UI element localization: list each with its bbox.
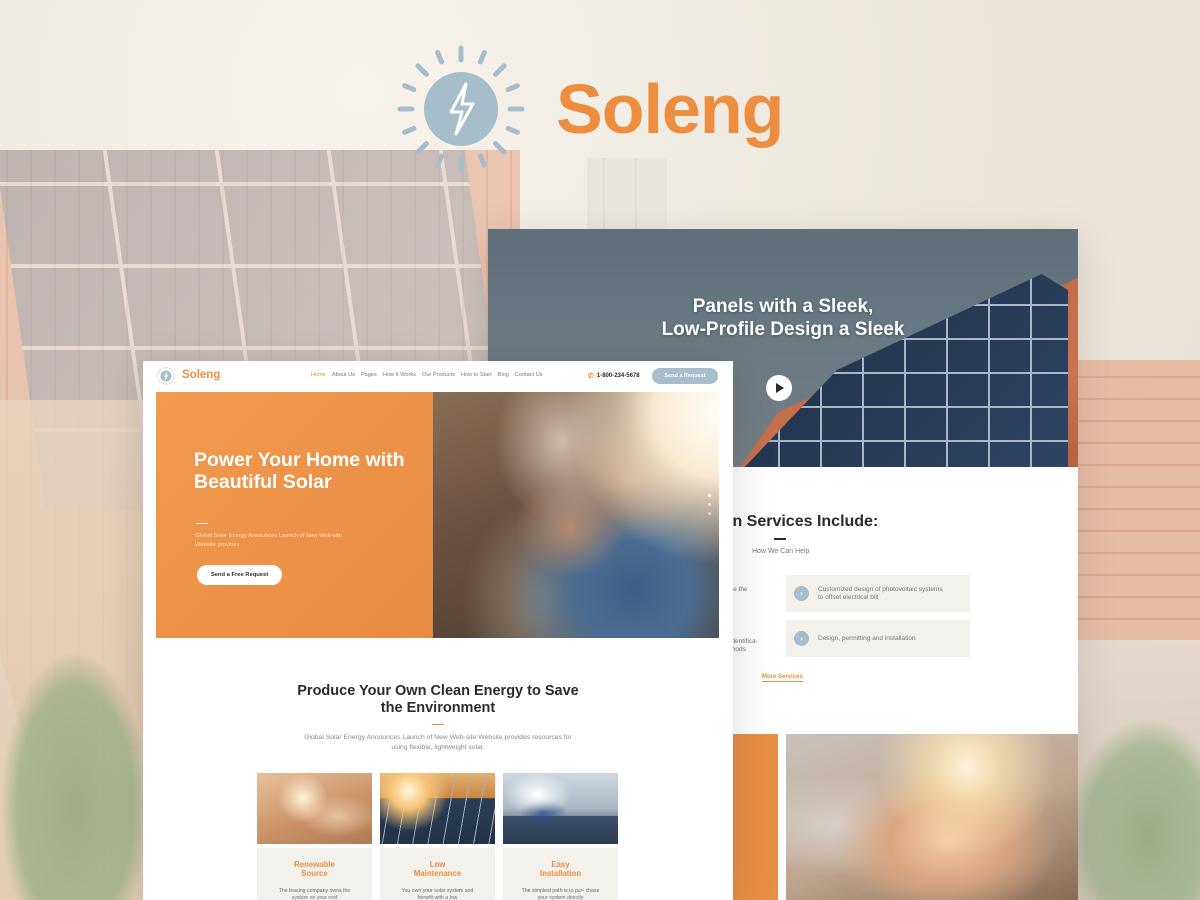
feature-title-line2: Maintenance [413, 869, 462, 878]
service-card-label: Customized design of photovoltaic system… [818, 585, 943, 601]
hero-section: Power Your Home with Beautiful Solar Glo… [156, 392, 719, 638]
feature-title-line1: Renewable [294, 860, 335, 869]
feature-image [380, 773, 495, 844]
service-card-label: Design, permitting and installation [818, 634, 916, 642]
nav-brand[interactable]: Soleng [182, 369, 220, 381]
slider-dots [708, 494, 711, 515]
background-roof-right [1070, 360, 1200, 640]
sun-bolt-logo-icon[interactable] [157, 367, 175, 385]
feature-text: You own your solar system and benefit wi… [401, 888, 474, 900]
slider-dot[interactable] [708, 512, 711, 515]
section-divider [432, 724, 444, 725]
top-nav: Soleng Home About Us Pages How It Works … [143, 361, 733, 391]
section-title-line1: Produce Your Own Clean Energy to Save [297, 683, 579, 699]
chevron-right-icon: › [794, 631, 809, 646]
feature-image [257, 773, 372, 844]
slider-dot[interactable] [708, 503, 711, 506]
nav-links: Home About Us Pages How It Works Our Pro… [311, 372, 543, 378]
hero-divider [196, 523, 208, 524]
nav-link-blog[interactable]: Blog [498, 372, 509, 378]
feature-body: Renewable Source The leasing company own… [257, 848, 372, 900]
feature-card-maintenance[interactable]: Low Maintenance You own your solar syste… [380, 773, 495, 900]
background-tree-left [0, 650, 150, 900]
feature-title-line2: Installation [539, 869, 582, 878]
back-services-subtitle: How We Can Help [752, 548, 810, 555]
nav-link-contact-us[interactable]: Contact Us [515, 372, 543, 378]
hero-panel: Power Your Home with Beautiful Solar Glo… [156, 392, 433, 638]
feature-body: Easy Installation The simplest path is t… [503, 848, 618, 900]
front-page-preview: Soleng Home About Us Pages How It Works … [143, 361, 733, 900]
nav-phone[interactable]: ✆ 1-800-234-5678 [588, 372, 640, 380]
nav-link-about-us[interactable]: About Us [332, 372, 355, 378]
back-family-photo [786, 734, 1078, 900]
back-hero-title: Panels with a Sleek, Low-Profile Design … [488, 295, 1078, 341]
section-title: Produce Your Own Clean Energy to Save th… [143, 683, 733, 717]
play-video-button[interactable] [766, 375, 792, 401]
feature-image [503, 773, 618, 844]
send-request-button[interactable]: Send a Request [652, 368, 718, 384]
back-services-divider [774, 538, 786, 540]
feature-title-line2: Source [301, 869, 328, 878]
slider-dot[interactable] [708, 494, 711, 497]
feature-text: The simplest path is to pur- chase your … [521, 888, 600, 900]
hero-couple-photo [433, 392, 719, 638]
feature-card-renewable[interactable]: Renewable Source The leasing company own… [257, 773, 372, 900]
back-services-title: in Services Include: [728, 513, 879, 530]
feature-title-line1: Easy [551, 860, 570, 869]
feature-title: Low Maintenance [380, 860, 495, 878]
nav-link-how-it-works[interactable]: How It Works [383, 372, 416, 378]
feature-title: Renewable Source [257, 860, 372, 878]
chevron-right-icon: › [794, 586, 809, 601]
service-card[interactable]: › Customized design of photovoltaic syst… [786, 575, 970, 612]
nav-link-how-to-start[interactable]: How to Start [461, 372, 492, 378]
feature-body: Low Maintenance You own your solar syste… [380, 848, 495, 900]
back-orange-block [726, 734, 778, 900]
nav-link-home[interactable]: Home [311, 372, 326, 378]
background-tree-right [1070, 720, 1200, 900]
service-card-partial-label: identifica- thods [730, 638, 758, 653]
nav-link-our-products[interactable]: Our Products [422, 372, 455, 378]
service-card[interactable]: › Design, permitting and installation [786, 620, 970, 657]
nav-phone-number: 1-800-234-5678 [596, 373, 640, 379]
back-hero-title-line2: Low-Profile Design a Sleek [661, 319, 905, 340]
sun-bolt-logo-icon [397, 45, 525, 173]
nav-link-pages[interactable]: Pages [361, 372, 377, 378]
hero-title: Power Your Home with Beautiful Solar [194, 449, 405, 493]
feature-title: Easy Installation [503, 860, 618, 878]
back-hero-title-line1: Panels with a Sleek, [692, 296, 874, 317]
feature-text: The leasing company owns the system on y… [278, 888, 351, 900]
section-title-line2: the Environment [380, 700, 496, 716]
hero-text: Global Solar Energy Announces Launch of … [195, 533, 342, 548]
send-free-request-button[interactable]: Send a Free Request [197, 565, 282, 585]
feature-title-line1: Low [429, 860, 446, 869]
section-text: Global Solar Energy Announces Launch of … [304, 734, 572, 751]
phone-icon: ✆ [588, 373, 594, 380]
feature-card-installation[interactable]: Easy Installation The simplest path is t… [503, 773, 618, 900]
brand-name: Soleng [556, 70, 784, 148]
service-card-partial: identifica- thods [730, 630, 770, 654]
brand-header: Soleng [396, 44, 784, 174]
more-services-link[interactable]: More Services [762, 674, 803, 682]
